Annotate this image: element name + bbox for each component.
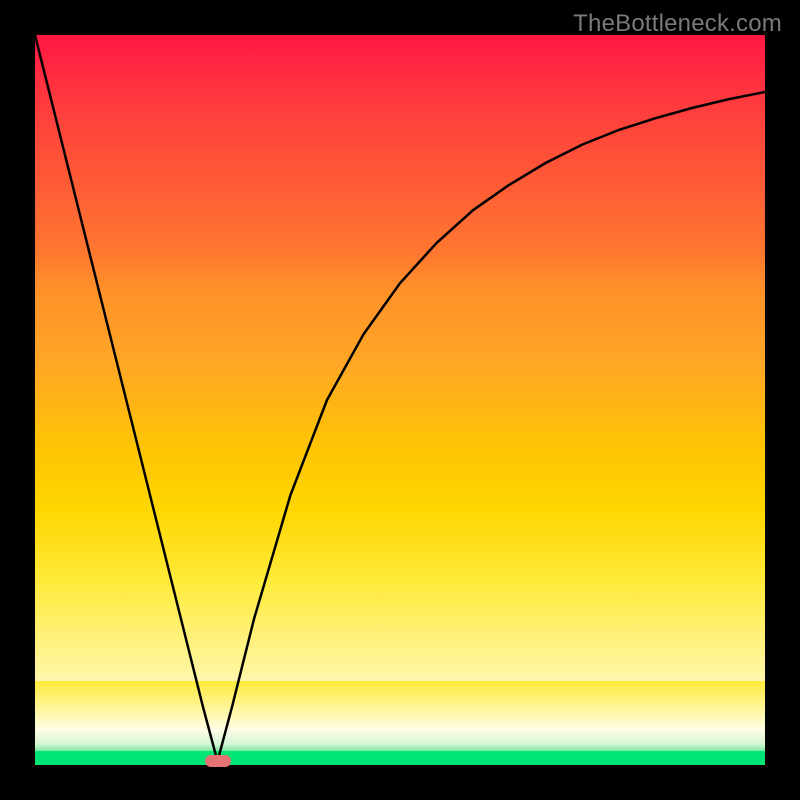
watermark-text: TheBottleneck.com [573,10,782,38]
bottleneck-curve [35,35,765,761]
chart-container: TheBottleneck.com [0,0,800,800]
minimum-marker [205,755,231,767]
curve-svg [35,35,765,765]
plot-area [35,35,765,765]
